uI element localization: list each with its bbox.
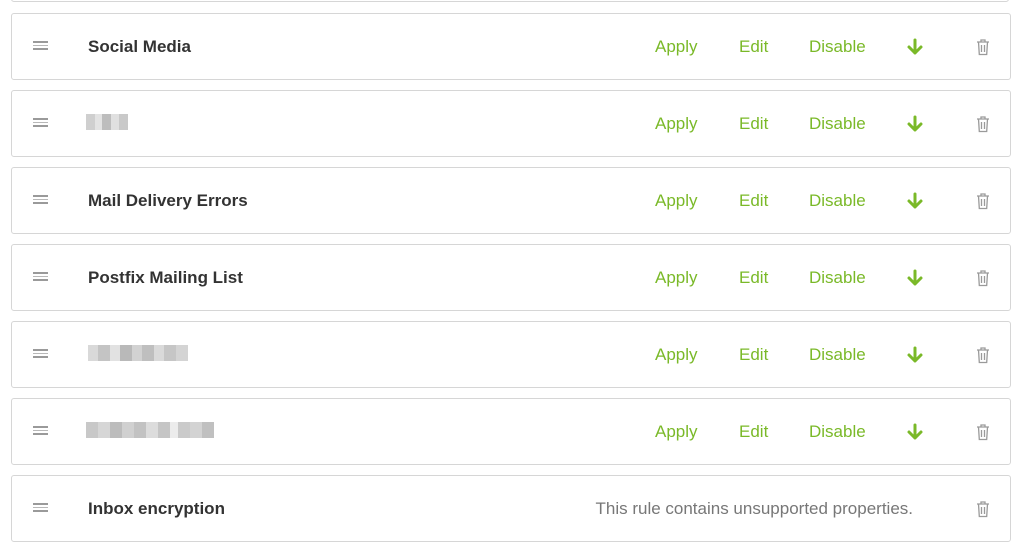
rule-row-partial bbox=[11, 0, 1009, 2]
drag-handle-icon[interactable] bbox=[33, 118, 49, 130]
arrow-down-icon[interactable] bbox=[906, 346, 924, 364]
rule-name: Mail Delivery Errors bbox=[88, 191, 248, 210]
trash-icon[interactable] bbox=[975, 192, 991, 210]
disable-button[interactable]: Disable bbox=[809, 14, 866, 79]
rule-row: Inbox encryption This rule contains unsu… bbox=[11, 475, 1011, 542]
edit-button[interactable]: Edit bbox=[739, 14, 768, 79]
rule-row: Mail Delivery Errors Apply Edit Disable bbox=[11, 167, 1011, 234]
rule-row: Apply Edit Disable bbox=[11, 321, 1011, 388]
disable-button[interactable]: Disable bbox=[809, 91, 866, 156]
rule-row: Postfix Mailing List Apply Edit Disable bbox=[11, 244, 1011, 311]
disable-button[interactable]: Disable bbox=[809, 322, 866, 387]
arrow-down-icon[interactable] bbox=[906, 423, 924, 441]
trash-icon[interactable] bbox=[975, 346, 991, 364]
unsupported-rule-notice: This rule contains unsupported propertie… bbox=[595, 499, 913, 518]
apply-button[interactable]: Apply bbox=[655, 245, 698, 310]
arrow-down-icon[interactable] bbox=[906, 192, 924, 210]
disable-button[interactable]: Disable bbox=[809, 399, 866, 464]
trash-icon[interactable] bbox=[975, 269, 991, 287]
apply-button[interactable]: Apply bbox=[655, 14, 698, 79]
edit-button[interactable]: Edit bbox=[739, 322, 768, 387]
apply-button[interactable]: Apply bbox=[655, 91, 698, 156]
drag-handle-icon[interactable] bbox=[33, 349, 49, 361]
redacted-rule-name bbox=[88, 345, 188, 361]
filter-rule-list: Social Media Apply Edit Disable Apply Ed… bbox=[0, 0, 1029, 549]
rule-name: Social Media bbox=[88, 37, 191, 56]
rule-name: Inbox encryption bbox=[88, 499, 225, 518]
arrow-down-icon[interactable] bbox=[906, 269, 924, 287]
apply-button[interactable]: Apply bbox=[655, 322, 698, 387]
edit-button[interactable]: Edit bbox=[739, 399, 768, 464]
trash-icon[interactable] bbox=[975, 423, 991, 441]
trash-icon[interactable] bbox=[975, 115, 991, 133]
drag-handle-icon[interactable] bbox=[33, 272, 49, 284]
rule-row: Apply Edit Disable bbox=[11, 398, 1011, 465]
edit-button[interactable]: Edit bbox=[739, 91, 768, 156]
arrow-down-icon[interactable] bbox=[906, 115, 924, 133]
disable-button[interactable]: Disable bbox=[809, 245, 866, 310]
redacted-rule-name bbox=[86, 422, 214, 438]
rule-name: Postfix Mailing List bbox=[88, 268, 243, 287]
edit-button[interactable]: Edit bbox=[739, 168, 768, 233]
edit-button[interactable]: Edit bbox=[739, 245, 768, 310]
disable-button[interactable]: Disable bbox=[809, 168, 866, 233]
trash-icon[interactable] bbox=[975, 500, 991, 518]
trash-icon[interactable] bbox=[975, 38, 991, 56]
apply-button[interactable]: Apply bbox=[655, 168, 698, 233]
rule-row: Social Media Apply Edit Disable bbox=[11, 13, 1011, 80]
redacted-rule-name bbox=[86, 114, 128, 130]
apply-button[interactable]: Apply bbox=[655, 399, 698, 464]
drag-handle-icon[interactable] bbox=[33, 426, 49, 438]
drag-handle-icon[interactable] bbox=[33, 503, 49, 515]
drag-handle-icon[interactable] bbox=[33, 195, 49, 207]
drag-handle-icon[interactable] bbox=[33, 41, 49, 53]
arrow-down-icon[interactable] bbox=[906, 38, 924, 56]
rule-row: Apply Edit Disable bbox=[11, 90, 1011, 157]
